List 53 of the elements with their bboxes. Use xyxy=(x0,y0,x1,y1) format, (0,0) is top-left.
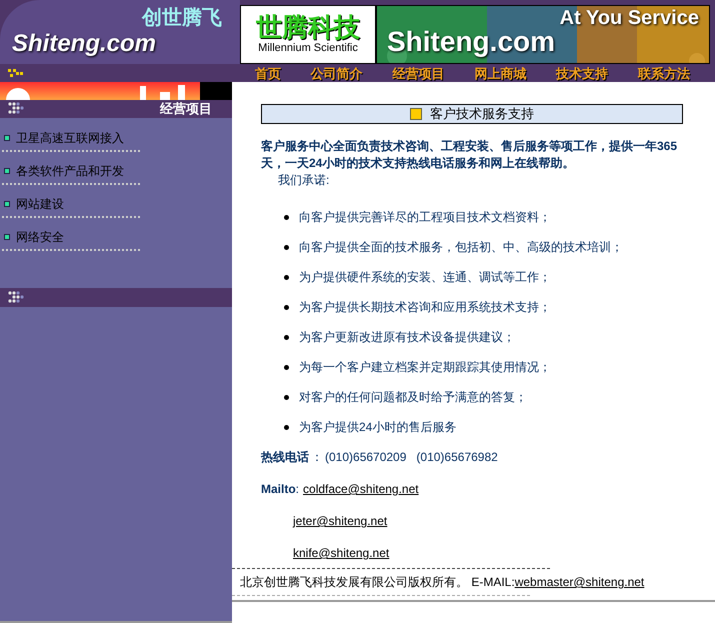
intro-paragraph: 客户服务中心全面负责技术咨询、工程安装、售后服务等项工作，提供一年365天，一天24小时的技术支持热线电话服务和网上在线帮助。 xyxy=(261,138,678,172)
hotline-numbers: (010)65670209 (010)65676982 xyxy=(325,449,498,466)
hotline-label: 热线电话 xyxy=(261,449,309,466)
email-link[interactable]: knife@shiteng.net xyxy=(293,544,390,562)
promise-item: 为客户更新改进原有技术设备提供建议； xyxy=(299,329,515,346)
bullet-icon xyxy=(284,364,289,370)
bullet-icon xyxy=(4,234,10,240)
promise-item: 为户提供硬件系统的安装、连通、调试等工作； xyxy=(299,269,551,286)
logo-chinese: 创世腾飞 xyxy=(142,8,222,28)
mailto-label: Mailto xyxy=(261,481,296,498)
sidebar-link[interactable]: 网络安全 xyxy=(16,228,64,246)
bullet-icon xyxy=(284,334,289,340)
bullet-icon xyxy=(284,424,289,430)
bullet-icon xyxy=(4,201,10,207)
nav-link[interactable]: 经营项目 xyxy=(392,66,445,80)
nav-link[interactable]: 首页 xyxy=(254,66,281,80)
sidebar-link[interactable]: 各类软件产品和开发 xyxy=(16,162,124,180)
dots-icon xyxy=(8,290,24,304)
sidebar-link[interactable]: 卫星高速互联网接入 xyxy=(16,129,124,147)
email-link[interactable]: webmaster@shiteng.net xyxy=(514,573,644,591)
nav-link[interactable]: 联系方法 xyxy=(638,66,690,80)
section-title: 客户技术服务支持 xyxy=(430,105,534,124)
nav-link[interactable]: 网上商城 xyxy=(474,66,526,80)
sidebar-title: 经营项目 xyxy=(160,100,212,118)
colon-text: ： xyxy=(311,449,323,466)
brand-english: Millennium Scientific xyxy=(258,42,358,56)
promise-item: 向客户提供完善详尽的工程项目技术文档资料； xyxy=(299,209,551,226)
bullet-icon xyxy=(284,214,289,220)
promise-item: 向客户提供全面的技术服务，包括初、中、高级的技术培训； xyxy=(299,239,623,256)
sidebar-link[interactable]: 网站建设 xyxy=(16,195,64,213)
promise-item: 为客户提供长期技术咨询和应用系统技术支持； xyxy=(299,299,551,316)
bullet-icon xyxy=(4,135,10,141)
nav-link[interactable]: 公司简介 xyxy=(310,66,363,80)
banner-slogan: At You Service xyxy=(560,8,699,28)
copyright-text: 北京创世腾飞科技发展有限公司版权所有。 E-MAIL: xyxy=(240,574,515,591)
promise-text: 我们承诺: xyxy=(278,172,330,189)
dots-icon xyxy=(8,102,24,116)
nav-link[interactable]: 技术支持 xyxy=(556,66,608,80)
promise-item: 为客户提供24小时的售后服务 xyxy=(299,419,456,436)
promise-item: 对客户的任何问题都及时给予满意的答复； xyxy=(299,389,527,406)
colon-text: : xyxy=(296,481,300,498)
email-link[interactable]: coldface@shiteng.net xyxy=(303,480,419,498)
bullet-icon xyxy=(284,304,289,310)
bullet-icon xyxy=(284,274,289,280)
square-icon xyxy=(410,108,422,120)
bullet-icon xyxy=(284,394,289,400)
logo-text: Shiteng.com xyxy=(12,32,156,56)
banner-logo: Shiteng.com xyxy=(387,28,556,56)
email-link[interactable]: jeter@shiteng.net xyxy=(293,512,388,530)
bullet-icon xyxy=(284,244,289,250)
brand-chinese: 世腾科技 xyxy=(256,14,360,40)
bullet-icon xyxy=(4,168,10,174)
promise-item: 为每一个客户建立档案并定期跟踪其使用情况； xyxy=(299,359,551,376)
